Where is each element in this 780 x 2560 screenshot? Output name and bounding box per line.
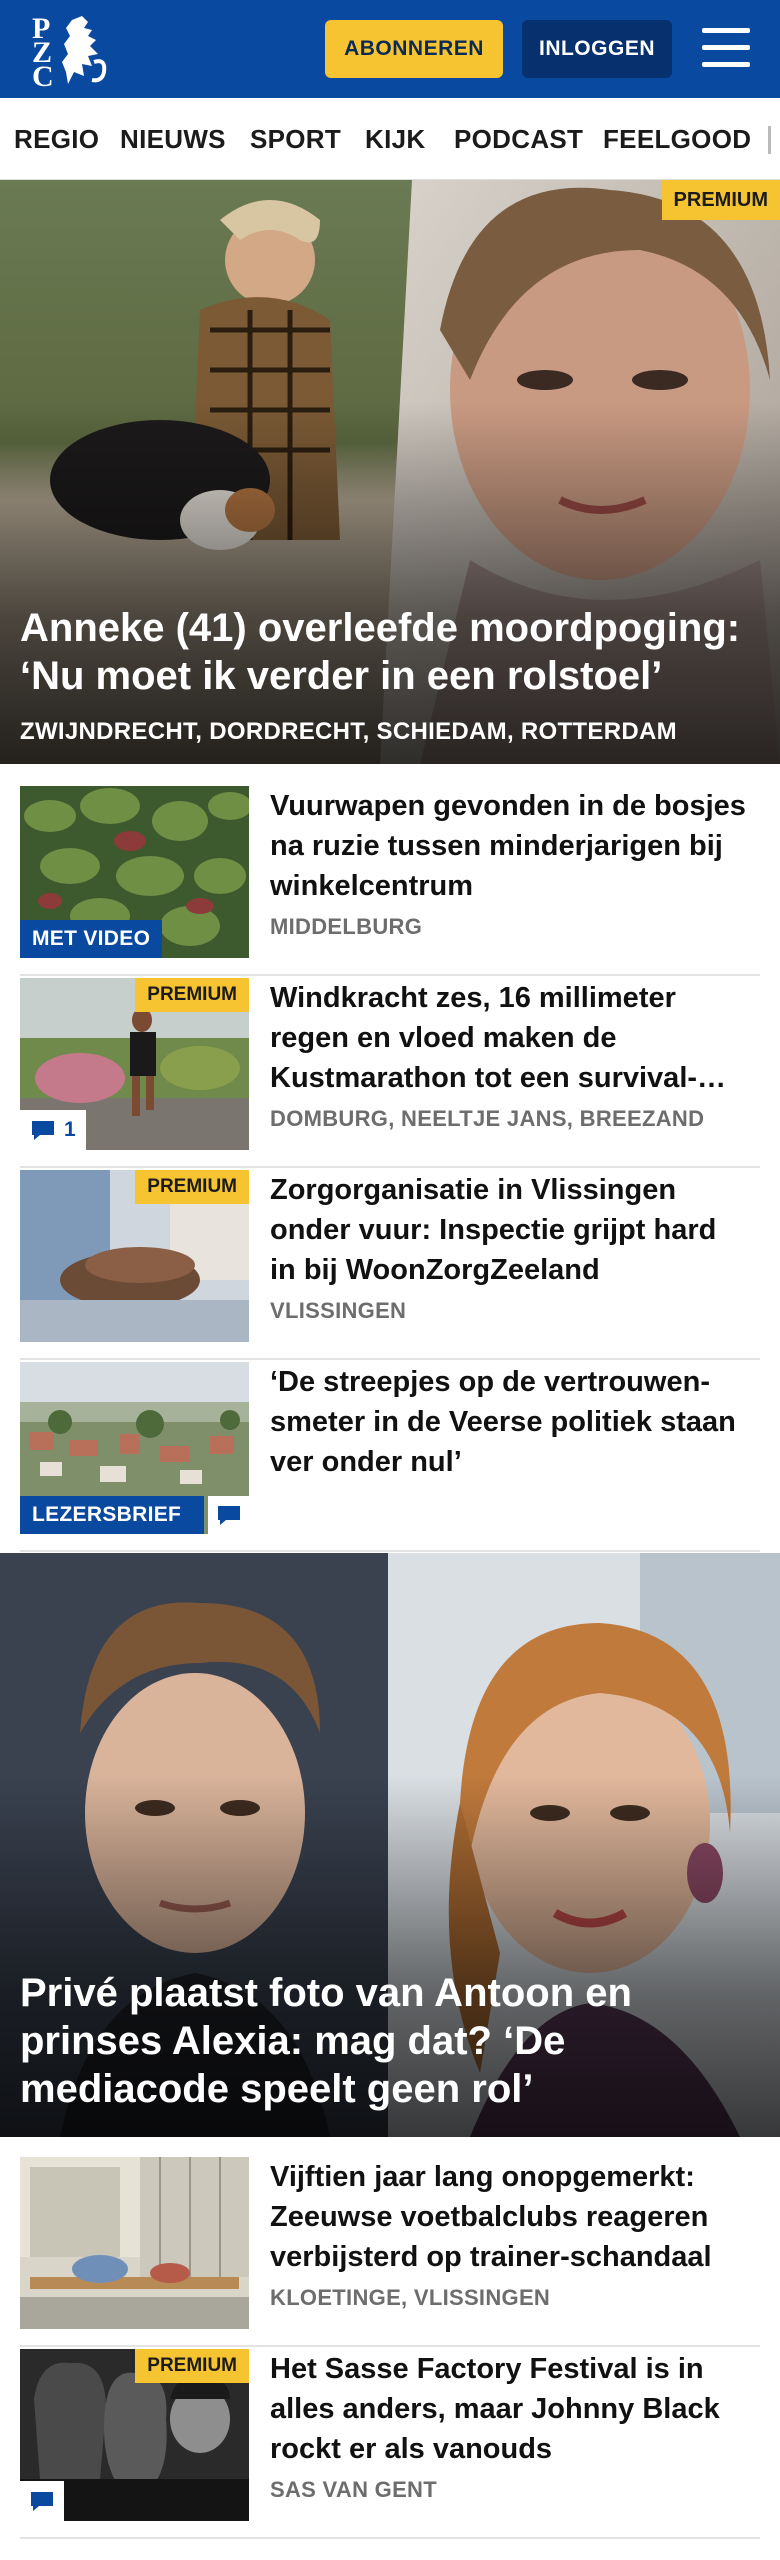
article-title[interactable]: Vijftien jaar lang onopgemerkt: Zeeuwse … [270,2157,750,2277]
nav-item-nieuws[interactable]: NIEUWS [120,98,226,179]
list-item[interactable]: PREMIUM Het Sasse Factory Festival is in… [20,2349,760,2539]
hero-locations: ZWIJNDRECHT, DORDRECHT, SCHIEDAM, ROTTER… [20,718,677,745]
article-thumbnail: PREMIUM [20,1170,249,1342]
article-title[interactable]: Windkracht zes, 16 millimeter regen en v… [270,978,750,1098]
comment-button[interactable] [208,1496,249,1534]
reader-letter-tag: LEZERSBRIEF [20,1496,204,1534]
comment-count-value: 1 [64,1118,76,1141]
hero-title[interactable]: Privé plaatst foto van Antoon en prinses… [20,1969,750,2113]
list-item[interactable]: MET VIDEO Vuurwapen gevonden in de bosje… [20,786,760,976]
article-thumbnail: LEZERSBRIEF [20,1362,249,1534]
article-thumbnail: PREMIUM [20,2349,249,2521]
article-title[interactable]: Vuurwapen gevonden in de bosjes na ruzie… [270,786,750,906]
hero-article-prive[interactable]: Privé plaatst foto van Antoon en prinses… [0,1553,780,2137]
comment-icon [32,1121,54,1140]
nav-item-podcast[interactable]: PODCAST [454,98,583,179]
article-title[interactable]: ‘De streepjes op de vertrouwen­smeter in… [270,1362,750,1482]
article-thumbnail: MET VIDEO [20,786,249,958]
nav-item-regio[interactable]: REGIO [14,98,99,179]
list-item[interactable]: Vijftien jaar lang onopgemerkt: Zeeuwse … [20,2157,760,2347]
premium-badge: PREMIUM [135,1170,249,1204]
nav-item-kijk[interactable]: KIJK [365,98,425,179]
nav-item-feelgood[interactable]: FEELGOOD [603,98,751,179]
article-title[interactable]: Het Sasse Factory Festival is in alles a… [270,2349,750,2469]
login-button[interactable]: INLOGGEN [522,20,672,78]
article-location: MIDDELBURG [270,914,423,939]
video-tag: MET VIDEO [20,920,163,958]
list-item[interactable]: PREMIUM 1 Windkracht zes, 16 millimeter … [20,978,760,1168]
hero-gradient-overlay [0,401,780,764]
top-bar: P Z C ABONNEREN INLOGGEN [0,0,780,98]
hamburger-menu-icon[interactable] [700,24,752,72]
hero-article-anneke[interactable]: PREMIUM Anneke (41) overleefde moordpogi… [0,180,780,764]
list-item[interactable]: LEZERSBRIEF ‘De streepjes op de vertrouw… [20,1362,760,1552]
comment-button[interactable] [20,2481,64,2521]
comment-icon [31,2492,53,2511]
hero-title[interactable]: Anneke (41) overleefde moordpoging: ‘Nu … [20,604,750,700]
article-thumbnail [20,2157,249,2329]
article-location: VLISSINGEN [270,1298,407,1323]
article-title[interactable]: Zorgorganisatie in Vlissingen onder vuur… [270,1170,750,1290]
comment-count[interactable]: 1 [20,1110,86,1150]
article-location: DOMBURG, NEELTJE JANS, BREEZAND [270,1106,705,1131]
logo-letter-c: C [32,60,54,93]
section-nav: REGIO NIEUWS SPORT KIJK PODCAST FEELGOOD [0,98,780,180]
list-item[interactable]: PREMIUM Zorgorganisatie in Vlissingen on… [20,1170,760,1360]
nav-overflow-divider [768,126,771,154]
article-location: SAS VAN GENT [270,2477,437,2502]
premium-badge: PREMIUM [135,978,249,1012]
nav-item-sport[interactable]: SPORT [250,98,341,179]
pzc-logo[interactable]: P Z C [28,12,112,92]
comment-icon [217,1506,240,1525]
premium-badge: PREMIUM [661,180,780,220]
premium-badge: PREMIUM [135,2349,249,2383]
article-thumbnail: PREMIUM 1 [20,978,249,1150]
article-location: KLOETINGE, VLISSINGEN [270,2285,551,2310]
lion-emblem-icon [62,16,107,84]
subscribe-button[interactable]: ABONNEREN [325,20,503,78]
